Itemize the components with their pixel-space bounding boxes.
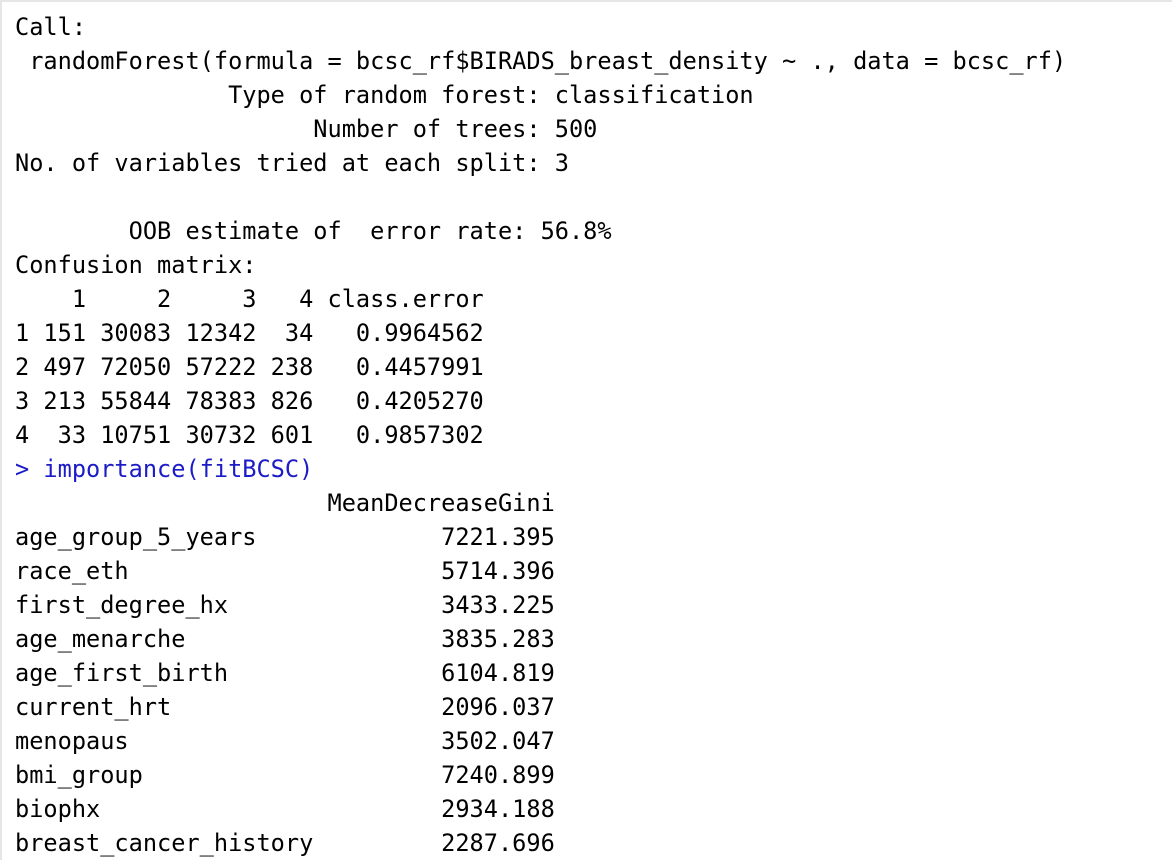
console-line-confusion-title: Confusion matrix: (15, 251, 257, 279)
console-line-call-label: Call: (15, 13, 87, 41)
importance-row-current-hrt: current_hrt 2096.037 (15, 693, 555, 721)
confusion-matrix-row-1: 1 151 30083 12342 34 0.9964562 (15, 319, 484, 347)
confusion-matrix-header: 1 2 3 4 class.error (15, 285, 484, 313)
console-line-variables-per-split: No. of variables tried at each split: 3 (15, 149, 569, 177)
console-line-number-of-trees: Number of trees: 500 (15, 115, 598, 143)
importance-row-age-group-5-years: age_group_5_years 7221.395 (15, 523, 555, 551)
console-line-call-formula: randomForest(formula = bcsc_rf$BIRADS_br… (15, 47, 1081, 75)
confusion-matrix-row-2: 2 497 72050 57222 238 0.4457991 (15, 353, 484, 381)
importance-row-race-eth: race_eth 5714.396 (15, 557, 555, 585)
confusion-matrix-row-4: 4 33 10751 30732 601 0.9857302 (15, 421, 484, 449)
importance-row-biophx: biophx 2934.188 (15, 795, 555, 823)
confusion-matrix-row-3: 3 213 55844 78383 826 0.4205270 (15, 387, 484, 415)
importance-row-menopaus: menopaus 3502.047 (15, 727, 555, 755)
console-line-forest-type: Type of random forest: classification (15, 81, 754, 109)
importance-row-bmi-group: bmi_group 7240.899 (15, 761, 555, 789)
console-command-importance: > importance(fitBCSC) (15, 455, 314, 483)
importance-table-header: MeanDecreaseGini (15, 489, 555, 517)
r-console-output[interactable]: Call: randomForest(formula = bcsc_rf$BIR… (15, 10, 1080, 860)
importance-row-age-first-birth: age_first_birth 6104.819 (15, 659, 555, 687)
importance-row-age-menarche: age_menarche 3835.283 (15, 625, 555, 653)
console-line-oob-error: OOB estimate of error rate: 56.8% (15, 217, 612, 245)
importance-row-first-degree-hx: first_degree_hx 3433.225 (15, 591, 555, 619)
console-line-blank (15, 180, 1080, 214)
importance-row-breast-cancer-history: breast_cancer_history 2287.696 (15, 829, 555, 857)
